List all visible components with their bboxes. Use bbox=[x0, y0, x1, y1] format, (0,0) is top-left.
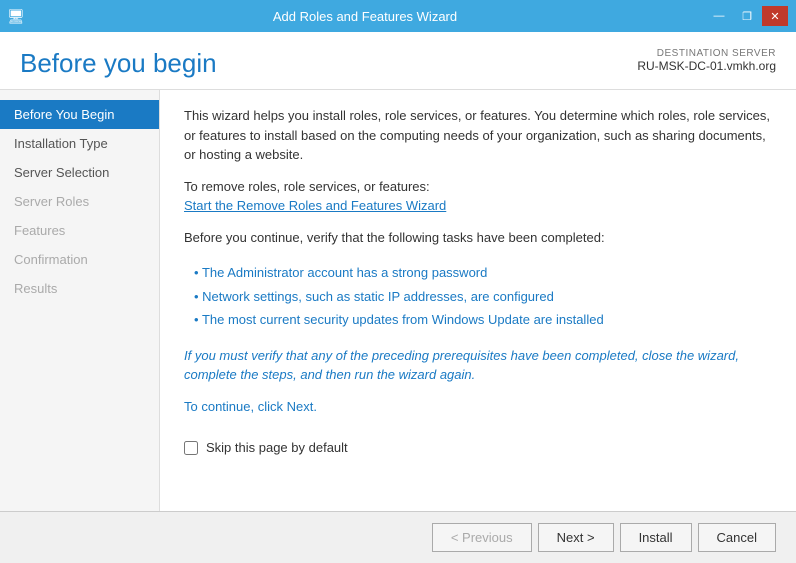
previous-button[interactable]: < Previous bbox=[432, 523, 532, 552]
remove-link[interactable]: Start the Remove Roles and Features Wiza… bbox=[184, 198, 446, 213]
sidebar-item-results: Results bbox=[0, 274, 159, 303]
restore-button[interactable]: ❐ bbox=[734, 6, 760, 26]
wizard-footer: < Previous Next > Install Cancel bbox=[0, 511, 796, 563]
sidebar-item-confirmation: Confirmation bbox=[0, 245, 159, 274]
wizard-header: Before you begin DESTINATION SERVER RU-M… bbox=[0, 32, 796, 90]
bullet-item-1: The Administrator account has a strong p… bbox=[184, 263, 772, 283]
content-lower: This wizard helps you install roles, rol… bbox=[184, 106, 772, 468]
server-name: RU-MSK-DC-01.vmkh.org bbox=[637, 59, 776, 73]
content-area: This wizard helps you install roles, rol… bbox=[160, 90, 796, 511]
sidebar: Before You Begin Installation Type Serve… bbox=[0, 90, 160, 511]
destination-label: DESTINATION SERVER bbox=[637, 48, 776, 59]
sidebar-item-features: Features bbox=[0, 216, 159, 245]
prerequisite-note: If you must verify that any of the prece… bbox=[184, 346, 772, 385]
bullet-item-3: The most current security updates from W… bbox=[184, 310, 772, 330]
title-bar: 🖥 Add Roles and Features Wizard — ❐ ✕ bbox=[0, 0, 796, 32]
install-button[interactable]: Install bbox=[620, 523, 692, 552]
skip-checkbox[interactable] bbox=[184, 441, 198, 455]
remove-text: To remove roles, role services, or featu… bbox=[184, 177, 772, 216]
window-controls: — ❐ ✕ bbox=[706, 6, 788, 26]
minimize-button[interactable]: — bbox=[706, 6, 732, 26]
skip-checkbox-label[interactable]: Skip this page by default bbox=[206, 438, 348, 458]
intro-paragraph: This wizard helps you install roles, rol… bbox=[184, 106, 772, 165]
wizard-container: Before you begin DESTINATION SERVER RU-M… bbox=[0, 32, 796, 563]
bullet-list: The Administrator account has a strong p… bbox=[184, 263, 772, 334]
sidebar-item-before-you-begin[interactable]: Before You Begin bbox=[0, 100, 159, 129]
skip-checkbox-area: Skip this page by default bbox=[184, 428, 772, 468]
wizard-body: Before You Begin Installation Type Serve… bbox=[0, 90, 796, 511]
sidebar-item-server-roles: Server Roles bbox=[0, 187, 159, 216]
app-icon: 🖥 bbox=[8, 8, 24, 24]
bullet-item-2: Network settings, such as static IP addr… bbox=[184, 287, 772, 307]
sidebar-item-installation-type[interactable]: Installation Type bbox=[0, 129, 159, 158]
next-button[interactable]: Next > bbox=[538, 523, 614, 552]
window-title: Add Roles and Features Wizard bbox=[24, 9, 706, 24]
page-title: Before you begin bbox=[20, 48, 217, 79]
close-button[interactable]: ✕ bbox=[762, 6, 788, 26]
destination-server: DESTINATION SERVER RU-MSK-DC-01.vmkh.org bbox=[637, 48, 776, 73]
cancel-button[interactable]: Cancel bbox=[698, 523, 776, 552]
verify-text: Before you continue, verify that the fol… bbox=[184, 228, 772, 248]
continue-text: To continue, click Next. bbox=[184, 397, 772, 417]
sidebar-item-server-selection[interactable]: Server Selection bbox=[0, 158, 159, 187]
